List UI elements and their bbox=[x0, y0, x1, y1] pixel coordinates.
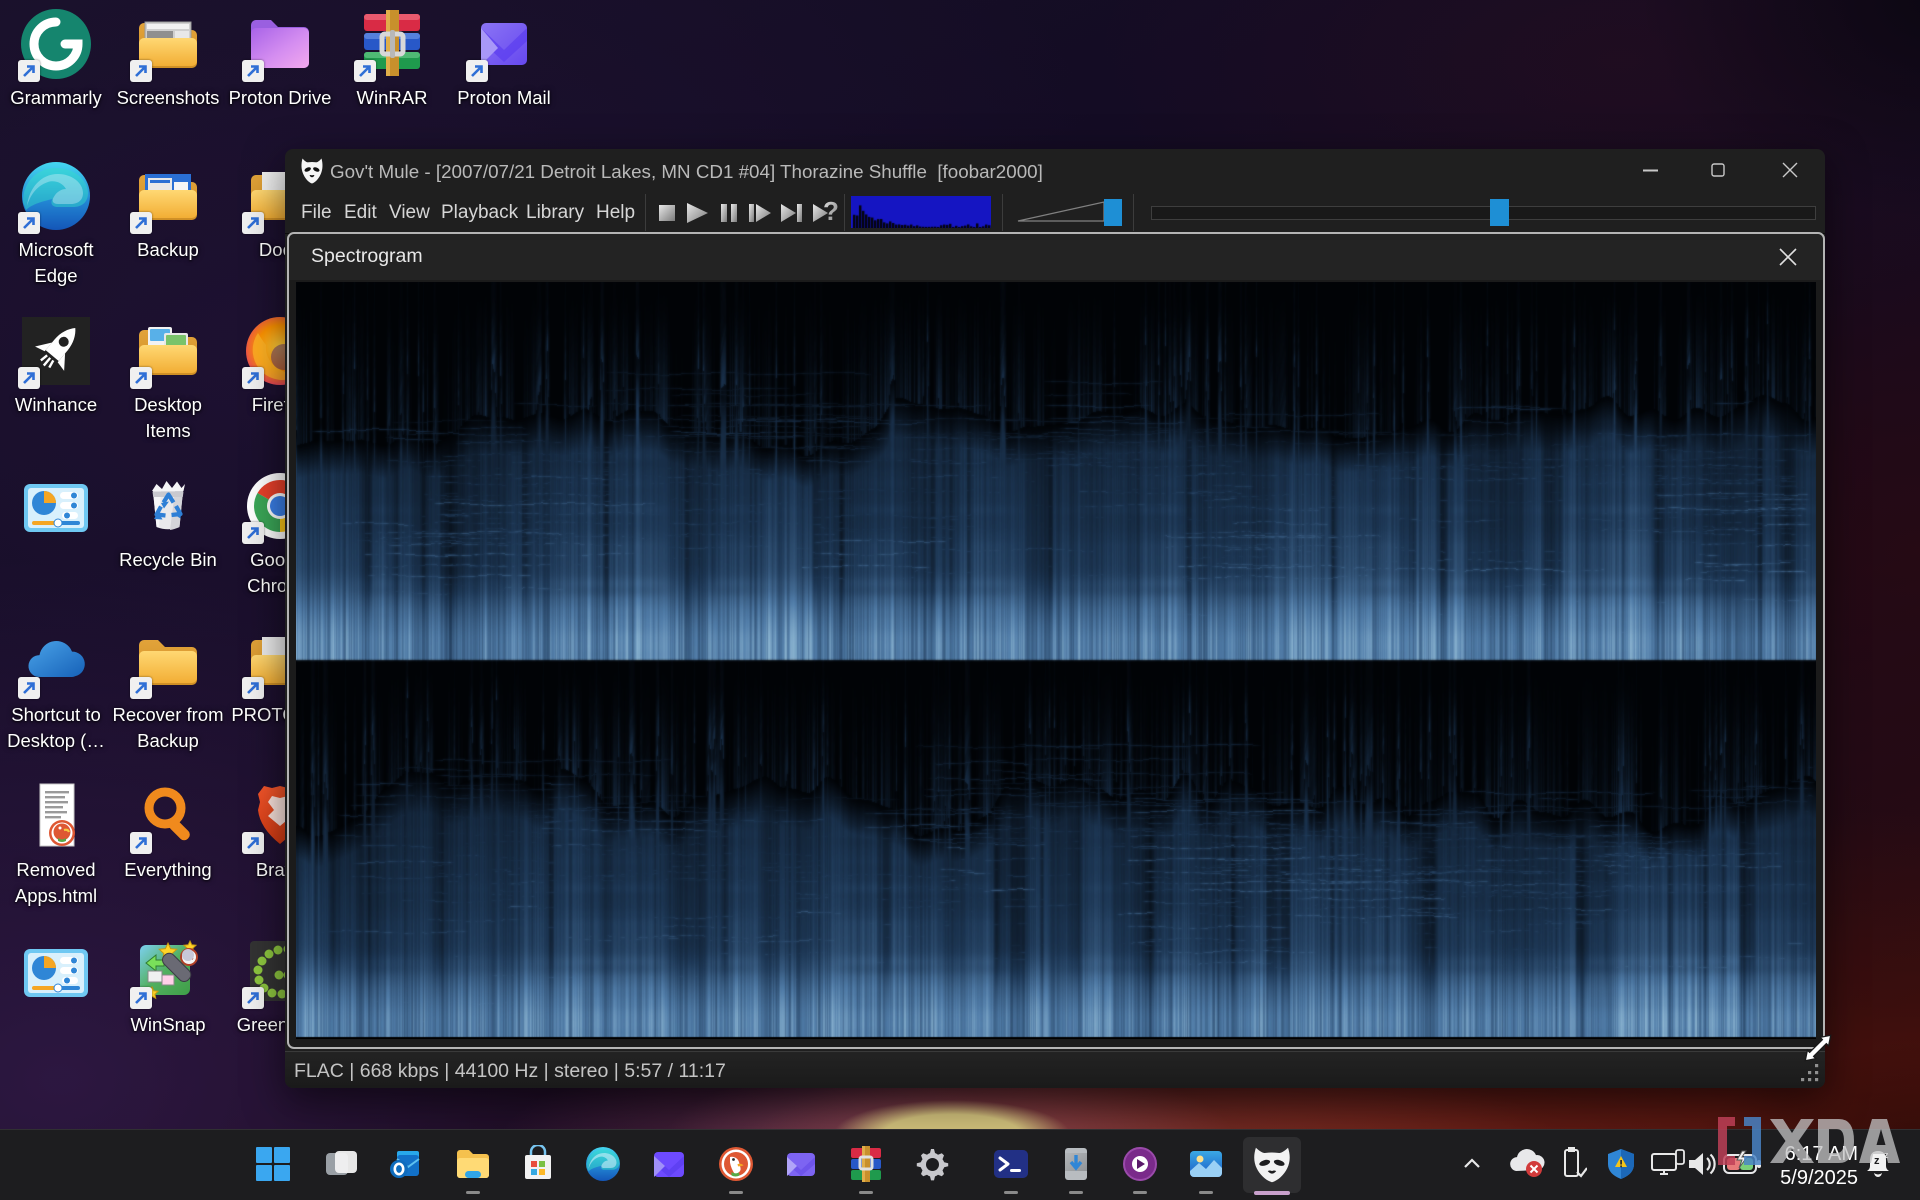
svg-text:?: ? bbox=[823, 196, 839, 226]
